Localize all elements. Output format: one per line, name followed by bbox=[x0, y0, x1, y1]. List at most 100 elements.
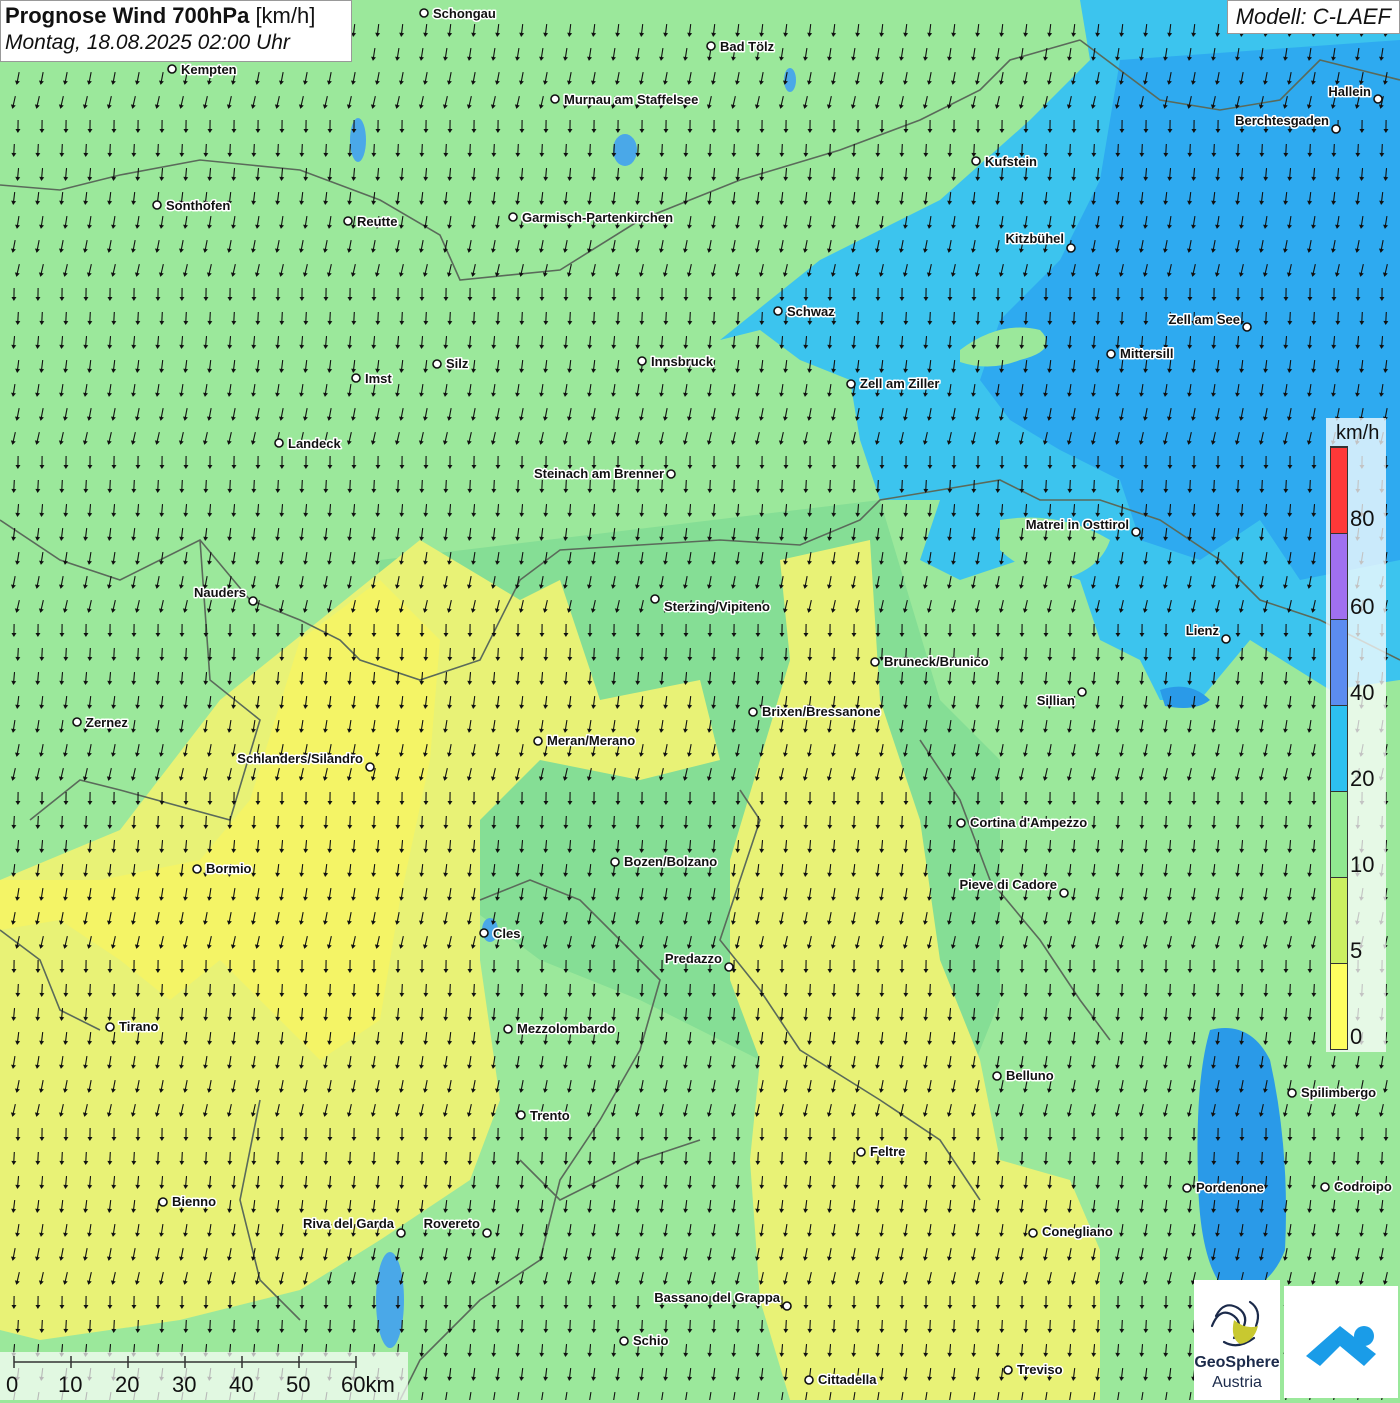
city-dot bbox=[1067, 244, 1075, 252]
city-dot bbox=[620, 1337, 628, 1345]
city-dot bbox=[993, 1072, 1001, 1080]
city-label: Kempten bbox=[181, 62, 237, 77]
city-label: Landeck bbox=[288, 436, 342, 451]
legend-tick: 40 bbox=[1350, 680, 1374, 706]
city-dot bbox=[275, 439, 283, 447]
city-label: Zernez bbox=[86, 715, 128, 730]
city-dot bbox=[1321, 1183, 1329, 1191]
city-dot bbox=[651, 595, 659, 603]
city-label: Conegliano bbox=[1042, 1224, 1113, 1239]
city-dot bbox=[106, 1023, 114, 1031]
city-label: Cittadella bbox=[818, 1372, 877, 1387]
city-label: Bad Tölz bbox=[720, 39, 775, 54]
city-marker: Conegliano bbox=[1029, 1224, 1113, 1239]
city-marker: Cortina d'Ampezzo bbox=[957, 815, 1087, 830]
legend-tick: 0 bbox=[1350, 1024, 1362, 1050]
city-label: Zell am Ziller bbox=[860, 376, 939, 391]
city-label: Schongau bbox=[433, 6, 496, 21]
city-dot bbox=[1078, 688, 1086, 696]
city-label: Steinach am Brenner bbox=[534, 466, 664, 481]
city-marker: Bozen/Bolzano bbox=[611, 854, 717, 869]
city-label: Schio bbox=[633, 1333, 668, 1348]
geosphere-logo[interactable]: GeoSphere Austria bbox=[1194, 1280, 1280, 1400]
title-unit: [km/h] bbox=[255, 3, 315, 28]
city-dot bbox=[509, 213, 517, 221]
city-dot bbox=[1288, 1089, 1296, 1097]
title-main: Prognose Wind 700hPa bbox=[5, 3, 249, 28]
city-dot bbox=[725, 963, 733, 971]
city-dot bbox=[1029, 1229, 1037, 1237]
city-label: Bienno bbox=[172, 1194, 216, 1209]
city-dot bbox=[667, 470, 675, 478]
city-label: Pordenone bbox=[1196, 1180, 1264, 1195]
city-label: Meran/Merano bbox=[547, 733, 635, 748]
city-label: Zell am See bbox=[1168, 312, 1240, 327]
city-label: Pieve di Cadore bbox=[959, 877, 1057, 892]
city-label: Lienz bbox=[1186, 623, 1220, 638]
city-label: Kufstein bbox=[985, 154, 1037, 169]
city-dot bbox=[611, 858, 619, 866]
city-dot bbox=[638, 357, 646, 365]
city-marker: Brixen/Bressanone bbox=[749, 704, 881, 719]
legend-unit: km/h bbox=[1336, 422, 1379, 445]
city-label: Belluno bbox=[1006, 1068, 1054, 1083]
city-dot bbox=[73, 718, 81, 726]
weather-app-logo[interactable] bbox=[1284, 1286, 1398, 1398]
city-marker: Spilimbergo bbox=[1288, 1085, 1376, 1100]
city-label: Imst bbox=[365, 371, 392, 386]
city-dot bbox=[420, 9, 428, 17]
city-dot bbox=[249, 597, 257, 605]
city-label: Sonthofen bbox=[166, 198, 230, 213]
city-label: Reutte bbox=[357, 214, 397, 229]
city-label: Spilimbergo bbox=[1301, 1085, 1376, 1100]
city-label: Sillian bbox=[1037, 693, 1075, 708]
city-label: Rovereto bbox=[424, 1216, 480, 1231]
model-label: Modell: C-LAEF bbox=[1227, 0, 1400, 34]
legend-seg-0 bbox=[1331, 963, 1347, 1049]
city-label: Murnau am Staffelsee bbox=[564, 92, 698, 107]
city-dot bbox=[847, 380, 855, 388]
city-dot bbox=[707, 42, 715, 50]
city-dot bbox=[749, 708, 757, 716]
city-label: Schlanders/Silandro bbox=[237, 751, 363, 766]
city-dot bbox=[857, 1148, 865, 1156]
legend-seg-80 bbox=[1331, 447, 1347, 533]
city-dot bbox=[159, 1198, 167, 1206]
city-dot bbox=[551, 95, 559, 103]
city-dot bbox=[774, 307, 782, 315]
city-dot bbox=[397, 1229, 405, 1237]
city-dot bbox=[153, 201, 161, 209]
city-label: Brixen/Bressanone bbox=[762, 704, 881, 719]
scale-bar: 0 10 20 30 40 50 60km bbox=[0, 1352, 408, 1400]
city-dot bbox=[1004, 1366, 1012, 1374]
city-label: Nauders bbox=[194, 585, 246, 600]
geosphere-sub: Austria bbox=[1194, 1374, 1280, 1392]
city-dot bbox=[483, 1229, 491, 1237]
city-label: Riva del Garda bbox=[303, 1216, 395, 1231]
city-label: Bassano del Grappa bbox=[654, 1290, 780, 1305]
city-marker: Meran/Merano bbox=[534, 733, 635, 748]
scale-label: 20 bbox=[115, 1372, 139, 1398]
city-label: Bruneck/Brunico bbox=[884, 654, 989, 669]
city-dot bbox=[193, 865, 201, 873]
city-dot bbox=[1374, 95, 1382, 103]
city-label: Codroipo bbox=[1334, 1179, 1392, 1194]
color-legend: km/h 80 60 40 20 10 5 0 bbox=[1326, 418, 1386, 1052]
city-label: Mittersill bbox=[1120, 346, 1173, 361]
city-dot bbox=[480, 929, 488, 937]
city-dot bbox=[504, 1025, 512, 1033]
city-dot bbox=[972, 157, 980, 165]
legend-seg-10 bbox=[1331, 791, 1347, 877]
legend-tick: 20 bbox=[1350, 766, 1374, 792]
city-label: Predazzo bbox=[665, 951, 722, 966]
city-label: Treviso bbox=[1017, 1362, 1063, 1377]
city-label: Matrei in Osttirol bbox=[1026, 517, 1129, 532]
city-label: Hallein bbox=[1328, 84, 1371, 99]
city-label: Bormio bbox=[206, 861, 252, 876]
city-dot bbox=[344, 217, 352, 225]
city-label: Berchtesgaden bbox=[1235, 113, 1329, 128]
city-marker: Mezzolombardo bbox=[504, 1021, 615, 1036]
city-marker: Garmisch-Partenkirchen bbox=[509, 210, 673, 225]
city-label: Silz bbox=[446, 356, 469, 371]
city-dot bbox=[366, 763, 374, 771]
